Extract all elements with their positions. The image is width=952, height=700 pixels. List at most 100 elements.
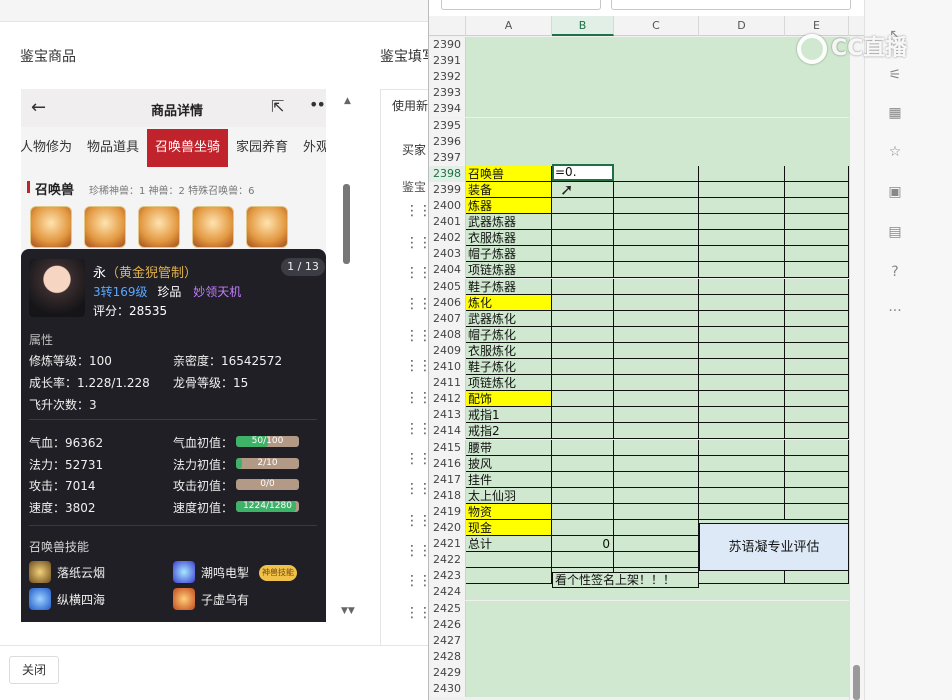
sheet-cell[interactable] [614,536,699,553]
sheet-cell[interactable] [614,230,699,247]
sheet-cell[interactable] [785,600,849,617]
row-number[interactable]: 2414 [429,423,466,440]
row-number[interactable]: 2398 [429,165,466,182]
sheet-cell[interactable] [552,326,614,343]
sheet-cell[interactable] [466,101,552,118]
pet-thumbnail[interactable] [192,206,234,248]
row-number[interactable]: 2408 [429,326,466,343]
row-number[interactable]: 2413 [429,407,466,424]
sheet-cell[interactable] [552,262,614,279]
sheet-cell[interactable] [552,198,614,215]
sheet-cell[interactable] [699,359,785,376]
corner-cell[interactable] [429,16,466,36]
sheet-cell[interactable]: 武器炼器 [466,214,552,231]
sheet-cell[interactable] [614,310,699,327]
sheet-cell[interactable]: 戒指1 [466,407,552,424]
star-icon[interactable]: ☆ [886,143,904,161]
sheet-cell[interactable] [466,632,552,649]
sheet-cell[interactable] [552,664,614,681]
sheet-cell[interactable]: 帽子炼器 [466,246,552,263]
row-number[interactable]: 2400 [429,198,466,215]
sheet-cell[interactable] [552,230,614,247]
sheet-cell[interactable] [466,133,552,150]
sheet-cell[interactable] [699,503,785,520]
sheet-cell[interactable] [699,262,785,279]
row-number[interactable]: 2424 [429,584,466,601]
sheet-cell[interactable]: 装备 [466,181,552,198]
sheet-cell[interactable] [614,664,699,681]
sheet-cell[interactable] [699,391,785,408]
sheet-cell[interactable] [614,520,699,537]
scrollbar-thumb[interactable] [343,184,350,264]
sheet-cell[interactable] [785,391,849,408]
sheet-cell[interactable] [552,648,614,665]
sheet-cell[interactable] [699,407,785,424]
sheet-cell[interactable]: 帽子炼化 [466,326,552,343]
sheet-cell[interactable] [699,230,785,247]
sheet-cell[interactable] [552,133,614,150]
sheet-cell[interactable] [466,37,552,54]
sheet-cell[interactable] [699,246,785,263]
row-number[interactable]: 2419 [429,503,466,520]
row-number[interactable]: 2391 [429,53,466,70]
sheet-cell[interactable] [552,600,614,617]
pet-thumbnail[interactable] [138,206,180,248]
sheet-cell[interactable] [552,342,614,359]
row-number[interactable]: 2397 [429,149,466,166]
sheet-cell[interactable] [699,584,785,601]
sheet-cell[interactable] [699,214,785,231]
merged-cell[interactable]: 苏语凝专业评估 [699,523,849,571]
tab-summon[interactable]: 召唤兽坐骑 [147,129,228,167]
sheet-cell[interactable]: 物资 [466,503,552,520]
row-number[interactable]: 2396 [429,133,466,150]
sheet-cell[interactable] [466,53,552,70]
sheet-cell[interactable] [614,391,699,408]
sheet-cell[interactable] [614,648,699,665]
sheet-cell[interactable] [466,681,552,698]
sheet-cell[interactable] [614,198,699,215]
sheet-cell[interactable] [614,552,699,569]
sheet-cell[interactable] [552,214,614,231]
sheet-cell[interactable] [699,101,785,118]
sheet-cell[interactable] [552,471,614,488]
row-number[interactable]: 2401 [429,214,466,231]
row-number[interactable]: 2417 [429,471,466,488]
sheet-cell[interactable] [785,439,849,456]
sheet-cell[interactable] [614,117,699,134]
sheet-cell[interactable] [614,294,699,311]
sheet-cell[interactable]: 项链炼化 [466,375,552,392]
name-box[interactable] [441,0,601,10]
sheet-cell[interactable] [785,165,849,182]
sheet-cell[interactable] [699,278,785,295]
sheet-cell[interactable] [552,391,614,408]
more-options-icon[interactable]: ··· [886,302,904,320]
layout-icon[interactable]: ▦ [886,104,904,122]
sheet-cell[interactable] [785,407,849,424]
row-number[interactable]: 2393 [429,85,466,102]
sheet-cell[interactable] [614,101,699,118]
sheet-cell[interactable] [699,326,785,343]
more-icon[interactable]: ••• [309,95,326,114]
row-number[interactable]: 2415 [429,439,466,456]
sheet-cell[interactable] [785,681,849,698]
row-number[interactable]: 2429 [429,664,466,681]
sheet-cell[interactable] [466,85,552,102]
sheet-cell[interactable] [785,503,849,520]
close-button[interactable]: 关闭 [9,656,59,684]
sheet-cell[interactable] [466,648,552,665]
sheet-cell[interactable] [466,664,552,681]
sheet-cell[interactable] [699,165,785,182]
scroll-down-arrow[interactable]: ▼▼ [341,606,355,616]
back-arrow-icon[interactable]: ← [31,97,46,118]
sheet-cell[interactable] [614,632,699,649]
sheet-cell[interactable] [552,552,614,569]
row-number[interactable]: 2399 [429,181,466,198]
row-number[interactable]: 2420 [429,520,466,537]
sheet-cell[interactable]: 腰带 [466,439,552,456]
sheet-cell[interactable] [699,487,785,504]
sheet-cell[interactable] [466,69,552,86]
sheet-cell[interactable] [699,53,785,70]
sheet-cell[interactable] [785,85,849,102]
row-number[interactable]: 2410 [429,359,466,376]
sheet-cell[interactable] [699,664,785,681]
